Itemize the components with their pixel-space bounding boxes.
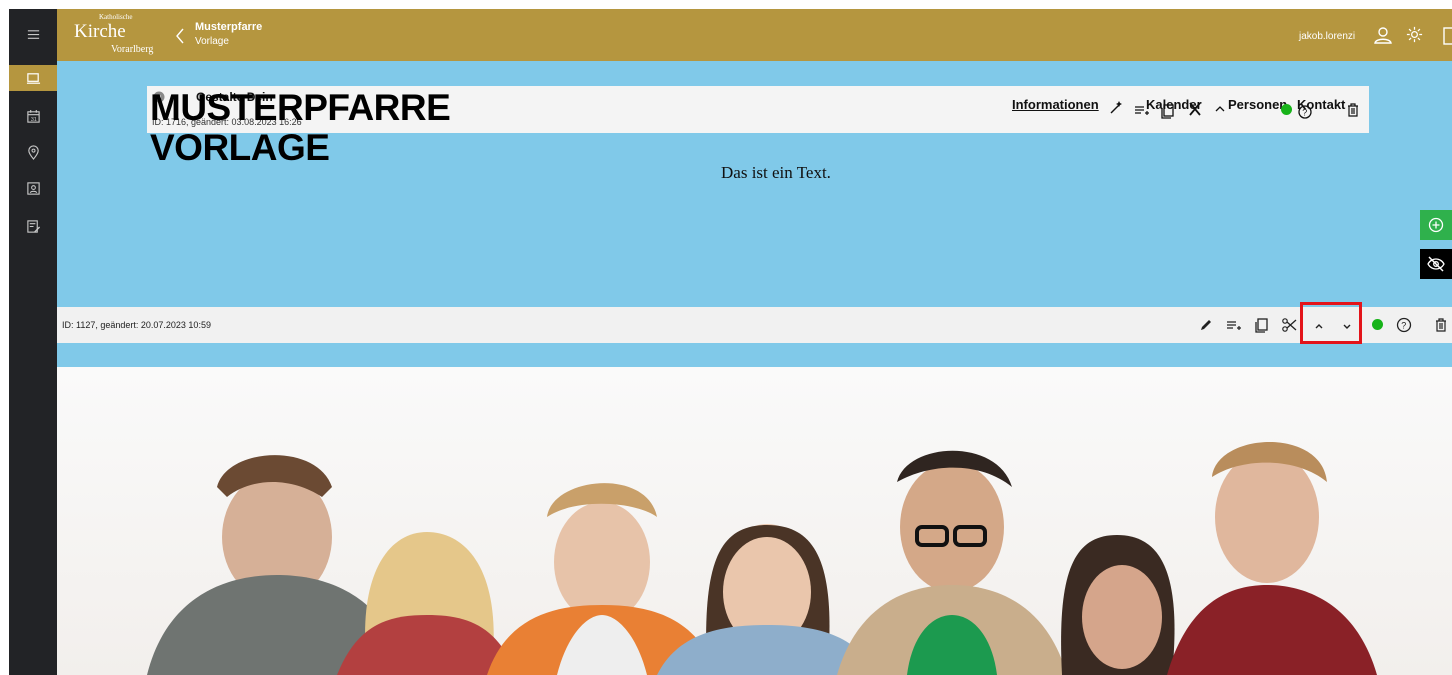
- screen-border-top: [0, 0, 1452, 9]
- group-photo-image: [147, 442, 1377, 675]
- toggle-visibility-button[interactable]: [1420, 249, 1452, 279]
- nav-personen[interactable]: Personen: [1228, 97, 1287, 112]
- settings-gear-icon[interactable]: [1405, 25, 1424, 44]
- plus-circle-icon: [1428, 217, 1444, 233]
- help-icon[interactable]: ?: [1396, 317, 1412, 333]
- copy-icon[interactable]: [1160, 103, 1176, 119]
- text-paragraph: Das ist ein Text.: [721, 163, 831, 182]
- help-icon[interactable]: ?: [1297, 104, 1313, 120]
- parish-title: Musterpfarre: [195, 21, 263, 33]
- scissors-icon[interactable]: [1187, 101, 1203, 117]
- svg-text:?: ?: [1302, 108, 1307, 118]
- screen-border-left: [0, 0, 9, 675]
- user-icon[interactable]: [1373, 25, 1393, 45]
- trash-icon[interactable]: [1345, 102, 1361, 118]
- back-chevron-icon[interactable]: [173, 27, 187, 45]
- copy-icon[interactable]: [1254, 317, 1270, 333]
- module-id-text: ID: 1127, geändert: 20.07.2023 10:59: [62, 320, 211, 330]
- scissors-icon[interactable]: [1281, 317, 1297, 333]
- menu-icon[interactable]: [9, 21, 57, 47]
- top-header: Katholische Kirche Vorarlberg Musterpfar…: [57, 9, 1452, 61]
- status-dot: [1281, 104, 1292, 115]
- monitor-icon[interactable]: [9, 65, 57, 91]
- module-toolbar: [57, 307, 1452, 343]
- status-dot: [1372, 319, 1383, 330]
- site-title: MUSTERPFARRE VORLAGE: [150, 87, 451, 168]
- logo-line-2: Kirche: [74, 21, 126, 42]
- trash-icon[interactable]: [1433, 317, 1449, 333]
- pencil-icon[interactable]: [1198, 317, 1214, 333]
- nav-informationen[interactable]: Informationen: [1012, 97, 1099, 112]
- logout-icon[interactable]: [1442, 27, 1452, 45]
- svg-text:31: 31: [30, 117, 36, 123]
- calendar-icon[interactable]: 31: [9, 103, 57, 129]
- logo-line-1: Katholische: [99, 13, 133, 21]
- parish-subtitle: Vorlage: [195, 36, 229, 47]
- eye-slash-icon: [1427, 256, 1445, 272]
- hero-photo: [57, 367, 1452, 675]
- logo-line-3: Vorarlberg: [111, 44, 154, 55]
- magic-wand-icon[interactable]: [1108, 99, 1124, 115]
- add-section-button[interactable]: [1420, 210, 1452, 240]
- site-title-text: MUSTERPFARRE VORLAGE: [150, 87, 451, 168]
- location-pin-icon[interactable]: [9, 139, 57, 165]
- sidebar: 31: [9, 9, 57, 675]
- svg-text:?: ?: [1401, 321, 1406, 331]
- highlight-box: [1300, 302, 1362, 344]
- contact-card-icon[interactable]: [9, 175, 57, 201]
- chevron-up-icon[interactable]: [1212, 101, 1228, 117]
- kirche-logo[interactable]: Katholische Kirche Vorarlberg: [73, 13, 173, 59]
- user-name[interactable]: jakob.lorenzi: [1299, 31, 1355, 42]
- edit-document-icon[interactable]: [9, 213, 57, 239]
- add-list-icon[interactable]: [1226, 317, 1242, 333]
